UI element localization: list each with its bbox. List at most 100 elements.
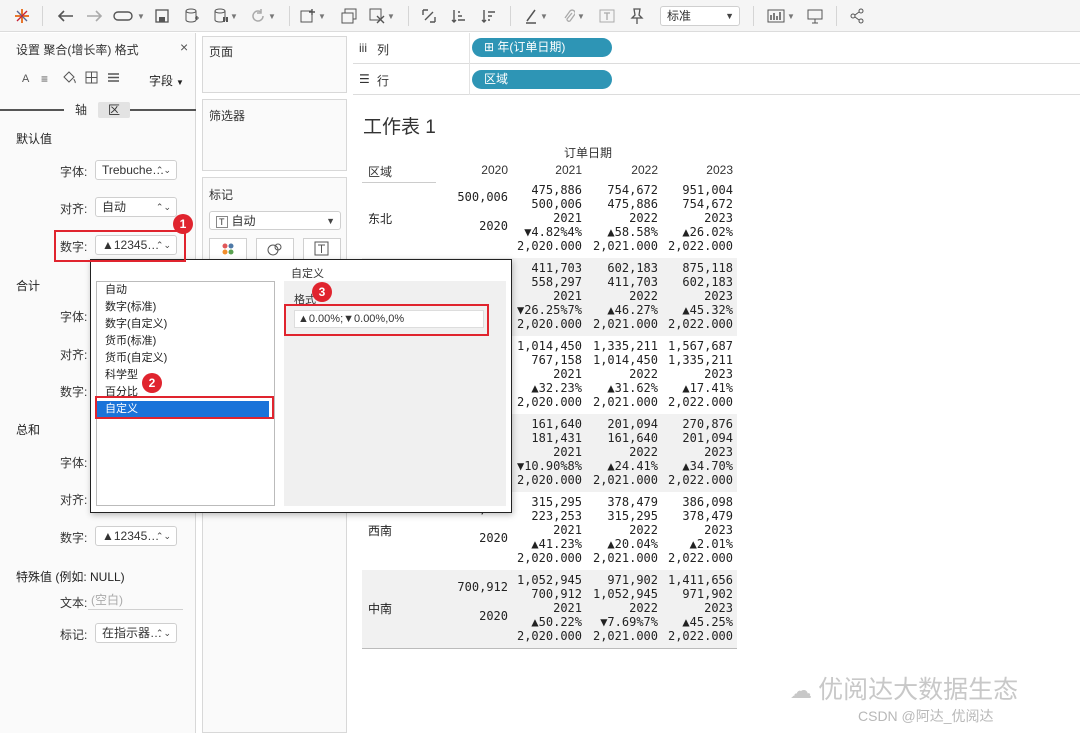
table-cell: ▲45.25% <box>682 615 733 629</box>
mark-type-select[interactable]: T 自动 ▼ <box>209 211 341 230</box>
close-icon[interactable]: × <box>180 39 188 55</box>
columns-shelf[interactable]: iii 列 ⊞ 年(订单日期) <box>353 33 1080 64</box>
mark-type-value: 自动 <box>231 214 256 228</box>
scope-dropdown[interactable]: 字段 ▼ <box>149 72 184 89</box>
new-worksheet-icon[interactable]: ▼ <box>298 6 328 26</box>
cell-2020: 2020 <box>479 531 508 545</box>
table-cell: 875,118 <box>682 261 733 275</box>
sort-descending-icon[interactable] <box>478 6 500 26</box>
share-icon[interactable] <box>846 6 868 26</box>
group-members-icon[interactable]: ▼ <box>558 6 590 26</box>
row-pill[interactable]: 区域 <box>472 70 612 89</box>
table-cell: 1,052,945 <box>592 587 658 601</box>
column-pill[interactable]: ⊞ 年(订单日期) <box>472 38 612 57</box>
special-text-label: 文本: <box>60 596 88 610</box>
new-datasource-icon[interactable] <box>182 6 202 26</box>
grand-font-label: 字体: <box>60 456 88 470</box>
redo-icon[interactable] <box>84 6 106 26</box>
format-type-item[interactable]: 科学型 <box>97 367 269 383</box>
table-cell: ▲24.41% <box>607 459 658 473</box>
shading-format-icon[interactable] <box>62 71 76 88</box>
watermark: ☁ 优阅达大数据生态 <box>790 670 1018 706</box>
font-format-icon[interactable]: A <box>22 73 29 85</box>
format-type-item[interactable]: 数字(自定义) <box>97 316 269 332</box>
table-cell: ▲20.04% <box>607 537 658 551</box>
table-cell: 270,876 <box>682 417 733 431</box>
worksheet-title: 工作表 1 <box>363 117 436 138</box>
sort-ascending-icon[interactable] <box>448 6 470 26</box>
table-cell: ▲46.27% <box>607 303 658 317</box>
size-icon <box>267 243 282 256</box>
show-mark-labels-icon[interactable] <box>596 6 618 26</box>
refresh-icon[interactable]: ▼ <box>248 6 278 26</box>
presentation-mode-icon[interactable] <box>804 6 826 26</box>
swap-rows-columns-icon[interactable] <box>418 6 440 26</box>
table-cell: 475,886 <box>531 183 582 197</box>
table-cell: 2,020.000 <box>516 239 582 253</box>
default-font-select[interactable]: Trebuche… ⌃⌄ <box>95 160 177 180</box>
format-pane-title: 设置 聚合(增长率) 格式 <box>16 43 139 57</box>
replay-icon[interactable]: ▼ <box>112 6 146 26</box>
annotation-box-1 <box>54 230 186 262</box>
table-cell: ▲26.02% <box>682 225 733 239</box>
pause-updates-icon[interactable]: ▼ <box>210 6 242 26</box>
table-cell: ▼4.82%4% <box>524 225 582 239</box>
format-type-item[interactable]: 自动 <box>97 282 269 298</box>
table-cell: 2,021.000 <box>592 473 658 487</box>
badge-2: 2 <box>142 373 162 393</box>
special-text-input[interactable]: (空白) <box>88 590 183 610</box>
show-me-icon[interactable]: ▼ <box>764 6 798 26</box>
label-button[interactable] <box>303 238 341 260</box>
format-type-item[interactable]: 货币(标准) <box>97 333 269 349</box>
pages-shelf[interactable]: 页面 <box>202 36 347 93</box>
default-align-select[interactable]: 自动 ⌃⌄ <box>95 197 177 217</box>
special-mark-select[interactable]: 在指示器… ⌃⌄ <box>95 623 177 643</box>
clear-sheet-icon[interactable]: ▼ <box>366 6 398 26</box>
lines-format-icon[interactable] <box>107 71 120 87</box>
format-type-item[interactable]: 数字(标准) <box>97 299 269 315</box>
table-cell: ▲17.41% <box>682 381 733 395</box>
table-cell: 2022 <box>629 289 658 303</box>
color-button[interactable] <box>209 238 247 260</box>
rows-shelf[interactable]: ☰ 行 区域 <box>353 64 1080 95</box>
table-cell: 2021 <box>553 445 582 459</box>
filters-shelf-title: 筛选器 <box>209 109 246 123</box>
table-cell: 2,020.000 <box>516 473 582 487</box>
stepper-icon: ⌃⌄ <box>155 202 171 212</box>
tableau-logo-icon[interactable] <box>12 6 32 26</box>
table-cell: 161,640 <box>607 431 658 445</box>
save-icon[interactable] <box>152 6 172 26</box>
borders-format-icon[interactable] <box>85 71 98 87</box>
table-cell: ▼7.69%7% <box>600 615 658 629</box>
table-cell: 2,021.000 <box>592 551 658 565</box>
undo-icon[interactable] <box>54 6 76 26</box>
default-align-value: 自动 <box>102 200 127 214</box>
table-cell: 2021 <box>553 211 582 225</box>
tab-axis[interactable]: 轴 <box>64 102 98 118</box>
region-label[interactable]: 中南 <box>368 600 392 617</box>
custom-section-title: 自定义 <box>291 268 324 280</box>
highlight-icon[interactable]: ▼ <box>520 6 552 26</box>
stepper-icon: ⌃⌄ <box>155 165 171 175</box>
size-button[interactable] <box>256 238 294 260</box>
chevron-down-icon: ▼ <box>326 216 335 226</box>
region-label[interactable]: 东北 <box>368 210 392 227</box>
format-type-item[interactable]: 货币(自定义) <box>97 350 269 366</box>
alignment-format-icon[interactable]: ≡ <box>41 72 48 86</box>
tab-pane[interactable]: 区 <box>98 102 130 118</box>
table-cell: 2023 <box>704 523 733 537</box>
filters-shelf[interactable]: 筛选器 <box>202 99 347 171</box>
table-cell: 161,640 <box>531 417 582 431</box>
table-cell: 2,020.000 <box>516 395 582 409</box>
table-cell: 2022 <box>629 367 658 381</box>
fit-select[interactable]: 标准 ▼ <box>660 6 740 26</box>
pin-axes-icon[interactable] <box>626 6 648 26</box>
section-default: 默认值 <box>16 132 53 146</box>
duplicate-sheet-icon[interactable] <box>338 6 360 26</box>
table-cell: 971,902 <box>682 587 733 601</box>
grand-number-select[interactable]: ▲12345… ⌃⌄ <box>95 526 177 546</box>
stepper-icon: ⌃⌄ <box>155 628 171 638</box>
table-cell: ▲34.70% <box>682 459 733 473</box>
table-cell: ▼10.90%8% <box>516 459 582 473</box>
region-label[interactable]: 西南 <box>368 522 392 539</box>
